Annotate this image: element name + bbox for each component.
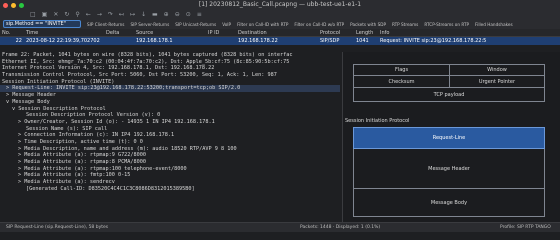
filter-button-sip-unicast[interactable]: SIP Unicast-Returns bbox=[175, 22, 216, 27]
cell-time: 2023-08-12 22:19:39,702702 bbox=[26, 38, 100, 44]
filter-button-voip[interactable]: VoIP bbox=[222, 22, 231, 27]
colorize-icon[interactable]: ▬ bbox=[152, 10, 158, 19]
tree-item-sdp-time[interactable]: > Time Description, active time (t): 0 0 bbox=[0, 139, 340, 146]
column-header-info[interactable]: Info bbox=[378, 29, 560, 36]
tree-item-sdp-owner[interactable]: > Owner/Creator, Session Id (o): - 14935… bbox=[0, 119, 340, 126]
diagram-field-message-body[interactable]: Message Body bbox=[353, 189, 545, 217]
tree-item-sdp-connection[interactable]: > Connection Information (c): IN IP4 192… bbox=[0, 132, 340, 139]
save-icon[interactable]: ▣ bbox=[42, 10, 48, 19]
status-profile[interactable]: Profile: SIP RTP TANGO bbox=[500, 225, 551, 230]
column-header-time[interactable]: Time bbox=[24, 29, 104, 36]
tree-item-sdp-version[interactable]: Session Description Protocol Version (v)… bbox=[0, 112, 340, 119]
tree-item-ipv4[interactable]: Internet Protocol Version 4, Src: 192.16… bbox=[0, 65, 340, 72]
zoom-reset-icon[interactable]: ⊙ bbox=[186, 10, 191, 19]
status-packet-count: Packets: 1448 · Displayed: 1 (0.1%) bbox=[300, 225, 381, 230]
back-icon[interactable]: ← bbox=[86, 10, 91, 19]
tree-item-sdp-attr-telephone-event[interactable]: > Media Attribute (a): rtpmap:100 teleph… bbox=[0, 166, 340, 173]
tree-item-message-body[interactable]: v Message Body bbox=[0, 99, 340, 106]
autoscroll-icon[interactable]: ↓ bbox=[141, 10, 146, 19]
cell-no: 22 bbox=[15, 38, 22, 44]
filter-button-rtp-streams[interactable]: RTP Streams bbox=[392, 22, 418, 27]
tree-item-sdp-attr-sendrecv[interactable]: > Media Attribute (a): sendrecv bbox=[0, 179, 340, 186]
diagram-field-request-line[interactable]: Request-Line bbox=[353, 127, 545, 149]
packet-list-header: No. Time Delta Source IP ID Destination … bbox=[0, 29, 560, 37]
filter-button-call-id-rtp[interactable]: Filter on Call-ID with RTP bbox=[237, 22, 288, 27]
search-icon[interactable]: ⚲ bbox=[75, 10, 79, 19]
first-icon[interactable]: ↤ bbox=[119, 10, 124, 19]
diagram-section-sip: Session Initiation Protocol bbox=[345, 118, 410, 124]
filter-button-sip-client[interactable]: SIP Client-Returns bbox=[87, 22, 124, 27]
open-icon[interactable]: □ bbox=[30, 10, 36, 19]
cell-delta bbox=[104, 37, 134, 45]
filter-button-sip-server[interactable]: SIP Server-Returns bbox=[130, 22, 169, 27]
diagram-field-window[interactable]: Window bbox=[449, 64, 545, 76]
diagram-field-urgent-pointer[interactable]: Urgent Pointer bbox=[449, 76, 545, 88]
tree-item-sdp[interactable]: v Session Description Protocol bbox=[0, 106, 340, 113]
jump-icon[interactable]: ↷ bbox=[108, 10, 113, 19]
column-header-no[interactable]: No. bbox=[0, 29, 24, 36]
close-icon[interactable]: ✕ bbox=[53, 10, 58, 19]
tree-item-request-line[interactable]: > Request-Line: INVITE sip:23@192.168.17… bbox=[0, 85, 340, 93]
packet-list: No. Time Delta Source IP ID Destination … bbox=[0, 29, 560, 51]
tree-item-sdp-session-name[interactable]: Session Name (s): SIP call bbox=[0, 126, 340, 133]
title-bar: [1] 20230812_Basic_Call.pcapng — ubb-tes… bbox=[0, 0, 560, 10]
zoom-out-icon[interactable]: ⊖ bbox=[175, 10, 180, 19]
forward-icon[interactable]: → bbox=[97, 10, 102, 19]
status-field-info: SIP Request-Line (sip.Request-Line), 58 … bbox=[6, 225, 109, 230]
tree-item-ethernet[interactable]: Ethernet II, Src: ehmgr_7a:70:c2 (00:04:… bbox=[0, 59, 340, 66]
cell-info: Request: INVITE sip:23@192.168.178.22:5 bbox=[380, 38, 487, 44]
filter-bar: sip.Method == "INVITE" SIP Client-Return… bbox=[0, 19, 560, 29]
packet-diagram: Flags Window Checksum Urgent Pointer TCP… bbox=[342, 52, 560, 222]
resize-icon[interactable]: ≡ bbox=[197, 10, 202, 19]
reload-icon[interactable]: ↻ bbox=[64, 10, 69, 19]
diagram-field-checksum[interactable]: Checksum bbox=[353, 76, 449, 88]
tree-item-tcp[interactable]: Transmission Control Protocol, Src Port:… bbox=[0, 72, 340, 79]
tree-item-message-header[interactable]: > Message Header bbox=[0, 92, 340, 99]
tree-item-sdp-media[interactable]: > Media Description, name and address (m… bbox=[0, 146, 340, 153]
column-header-destination[interactable]: Destination bbox=[236, 29, 318, 36]
cell-length: 1041 bbox=[356, 38, 369, 44]
display-filter-input[interactable]: sip.Method == "INVITE" bbox=[3, 20, 81, 28]
cell-source: 192.168.178.1 bbox=[136, 38, 173, 44]
tree-item-sdp-attr-pcma[interactable]: > Media Attribute (a): rtpmap:8 PCMA/800… bbox=[0, 159, 340, 166]
column-header-protocol[interactable]: Protocol bbox=[318, 29, 354, 36]
main-toolbar: □ ▣ ✕ ↻ ⚲ ← → ↷ ↤ ↦ ↓ ▬ ⊕ ⊖ ⊙ ≡ bbox=[0, 10, 560, 19]
column-header-delta[interactable]: Delta bbox=[104, 29, 134, 36]
status-bar: SIP Request-Line (sip.Request-Line), 58 … bbox=[0, 222, 560, 232]
filter-button-call-id-no-rtp[interactable]: Filter on Call-ID w/o RTP bbox=[294, 22, 344, 27]
filter-button-handshakes[interactable]: Filled Handshakes bbox=[475, 22, 513, 27]
last-icon[interactable]: ↦ bbox=[130, 10, 135, 19]
cell-destination: 192.168.178.22 bbox=[238, 38, 278, 44]
column-header-ip-id[interactable]: IP ID bbox=[206, 29, 236, 36]
diagram-field-tcp-payload[interactable]: TCP payload bbox=[353, 88, 545, 102]
column-header-length[interactable]: Length bbox=[354, 29, 378, 36]
filter-button-packets-sdp[interactable]: Packets with SDP bbox=[350, 22, 386, 27]
cell-protocol: SIP/SDP bbox=[320, 38, 340, 44]
zoom-in-icon[interactable]: ⊕ bbox=[164, 10, 169, 19]
diagram-field-message-header[interactable]: Message Header bbox=[353, 149, 545, 189]
tree-item-frame[interactable]: Frame 22: Packet, 1041 bytes on wire (83… bbox=[0, 52, 340, 59]
cell-ip-id bbox=[206, 37, 236, 45]
tree-item-sdp-attr-fmtp[interactable]: > Media Attribute (a): fmtp:100 0-15 bbox=[0, 172, 340, 179]
window-title: [1] 20230812_Basic_Call.pcapng — ubb-tes… bbox=[198, 1, 362, 8]
filter-button-rtcp-streams[interactable]: RTCP-Streams on RTP bbox=[424, 22, 469, 27]
diagram-field-flags[interactable]: Flags bbox=[353, 64, 449, 76]
wireshark-window: [1] 20230812_Basic_Call.pcapng — ubb-tes… bbox=[0, 0, 560, 232]
tree-item-generated-call-id[interactable]: [Generated Call-ID: D83520C4C4C1C3C8086D… bbox=[0, 186, 340, 193]
packet-row-selected[interactable]: 22 2023-08-12 22:19:39,702702 192.168.17… bbox=[0, 37, 560, 45]
tree-item-sdp-attr-g722[interactable]: > Media Attribute (a): rtpmap:9 G722/800… bbox=[0, 152, 340, 159]
tree-item-sip[interactable]: Session Initiation Protocol (INVITE) bbox=[0, 79, 340, 86]
column-header-source[interactable]: Source bbox=[134, 29, 206, 36]
packet-details-tree: Frame 22: Packet, 1041 bytes on wire (83… bbox=[0, 52, 340, 222]
